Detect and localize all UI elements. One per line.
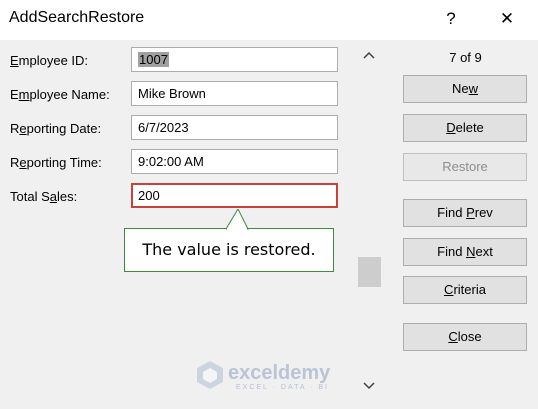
reporting-date-field[interactable]: 6/7/2023 xyxy=(131,115,338,140)
chevron-up-icon[interactable] xyxy=(359,50,379,68)
reporting-time-field[interactable]: 9:02:00 AM xyxy=(131,149,338,174)
help-button[interactable]: ? xyxy=(439,7,463,31)
new-button[interactable]: New xyxy=(403,75,527,103)
reporting-time-label: Reporting Time: xyxy=(10,155,102,170)
chevron-down-icon[interactable] xyxy=(359,381,379,399)
total-sales-label: Total Sales: xyxy=(10,189,78,204)
restore-button[interactable]: Restore xyxy=(403,153,527,181)
window-title: AddSearchRestore xyxy=(9,9,145,26)
reporting-date-label: Reporting Date: xyxy=(10,121,102,136)
find-next-button[interactable]: Find Next xyxy=(403,238,527,266)
employee-id-value: 1007 xyxy=(138,52,169,67)
title-bar: AddSearchRestore ? ✕ xyxy=(0,0,538,40)
close-button[interactable]: Close xyxy=(403,323,527,351)
employee-id-field[interactable]: 1007 xyxy=(131,47,338,72)
employee-name-label: Employee Name: xyxy=(10,87,110,102)
watermark-tagline: EXCEL · DATA · BI xyxy=(236,384,329,391)
scrollbar-thumb[interactable] xyxy=(358,257,381,287)
delete-button[interactable]: Delete xyxy=(403,114,527,142)
callout-pointer xyxy=(226,209,249,230)
record-counter: 7 of 9 xyxy=(449,50,482,65)
find-prev-button[interactable]: Find Prev xyxy=(403,199,527,227)
employee-name-field[interactable]: Mike Brown xyxy=(131,81,338,106)
watermark-name: exceldemy xyxy=(228,362,331,384)
total-sales-field[interactable]: 200 xyxy=(131,183,338,208)
employee-id-label: Employee ID: xyxy=(10,53,89,68)
exceldemy-logo-icon xyxy=(197,361,223,389)
close-window-button[interactable]: ✕ xyxy=(495,7,519,31)
criteria-button[interactable]: Criteria xyxy=(403,276,527,304)
callout-text: The value is restored. xyxy=(142,240,316,259)
